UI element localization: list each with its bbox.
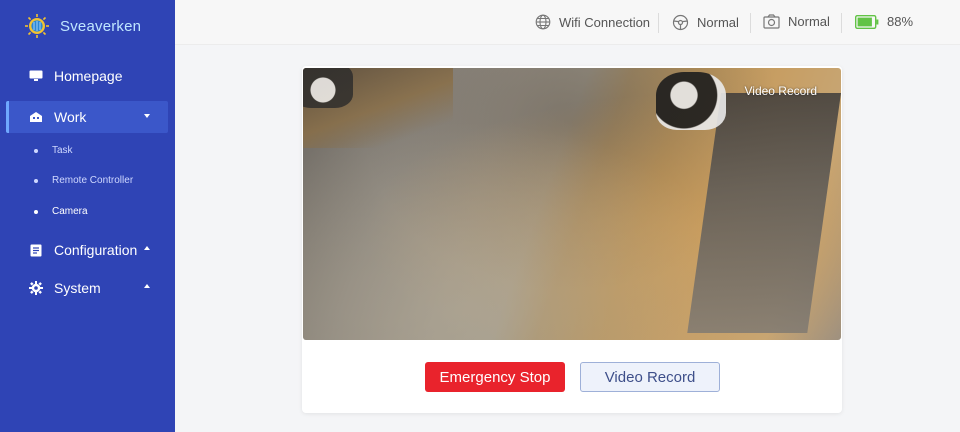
- sidebar-item-work[interactable]: Work: [6, 101, 168, 133]
- globe-icon: [535, 14, 551, 30]
- monitor-icon: [28, 68, 44, 84]
- battery-icon: [855, 14, 879, 29]
- video-overlay-label: Video Record: [744, 84, 818, 98]
- gear-icon: [28, 280, 44, 296]
- sidebar-item-label: Work: [54, 109, 87, 125]
- drive-status[interactable]: Normal: [672, 14, 739, 31]
- chevron-down-icon: [144, 114, 150, 118]
- sidebar-subitem-label: Remote Controller: [52, 175, 134, 186]
- sidebar-subitem-task[interactable]: Task: [34, 145, 73, 156]
- sidebar-item-label: Configuration: [54, 242, 138, 258]
- divider: [841, 13, 842, 33]
- sidebar-item-homepage[interactable]: Homepage: [6, 60, 168, 92]
- camera-panel: Video Record Emergency Stop Video Record: [302, 66, 842, 413]
- feed-image: [656, 72, 726, 130]
- camera-icon: [763, 14, 780, 29]
- sidebar-item-system[interactable]: System: [6, 272, 168, 304]
- sidebar-subitem-camera[interactable]: Camera: [34, 206, 88, 217]
- top-status-bar: Wifi Connection Normal Normal 88%: [175, 0, 960, 45]
- sidebar-item-configuration[interactable]: Configuration: [6, 234, 168, 266]
- bullet-icon: [34, 148, 38, 153]
- sidebar-item-label: System: [54, 280, 101, 296]
- feed-image: [303, 68, 353, 108]
- sidebar-subitem-label: Task: [52, 145, 73, 156]
- steering-wheel-icon: [672, 14, 689, 31]
- wifi-status[interactable]: Wifi Connection: [535, 14, 650, 30]
- bullet-icon: [34, 209, 38, 214]
- drive-status-label: Normal: [697, 15, 739, 30]
- brand[interactable]: Sveaverken: [24, 12, 141, 40]
- sidebar-item-label: Homepage: [54, 68, 123, 84]
- divider: [658, 13, 659, 33]
- sidebar-subitem-remote-controller[interactable]: Remote Controller: [34, 175, 133, 186]
- chevron-up-icon: [144, 284, 150, 288]
- camera-status[interactable]: Normal: [763, 14, 830, 29]
- document-icon: [28, 242, 44, 258]
- video-record-button[interactable]: Video Record: [580, 362, 720, 392]
- brand-name: Sveaverken: [60, 17, 142, 35]
- camera-feed[interactable]: Video Record: [303, 68, 841, 340]
- sun-logo-icon: [25, 14, 49, 38]
- battery-status[interactable]: 88%: [855, 14, 913, 29]
- sidebar-subitem-label: Camera: [52, 206, 88, 217]
- emergency-stop-button[interactable]: Emergency Stop: [425, 362, 565, 392]
- divider: [750, 13, 751, 33]
- chevron-up-icon: [144, 246, 150, 250]
- battery-percentage: 88%: [887, 14, 914, 29]
- camera-status-label: Normal: [788, 14, 830, 29]
- robot-icon: [28, 109, 44, 125]
- wifi-status-label: Wifi Connection: [559, 14, 651, 30]
- sidebar: Sveaverken Homepage Work Task Remote Con…: [0, 0, 175, 432]
- bullet-icon: [34, 178, 38, 183]
